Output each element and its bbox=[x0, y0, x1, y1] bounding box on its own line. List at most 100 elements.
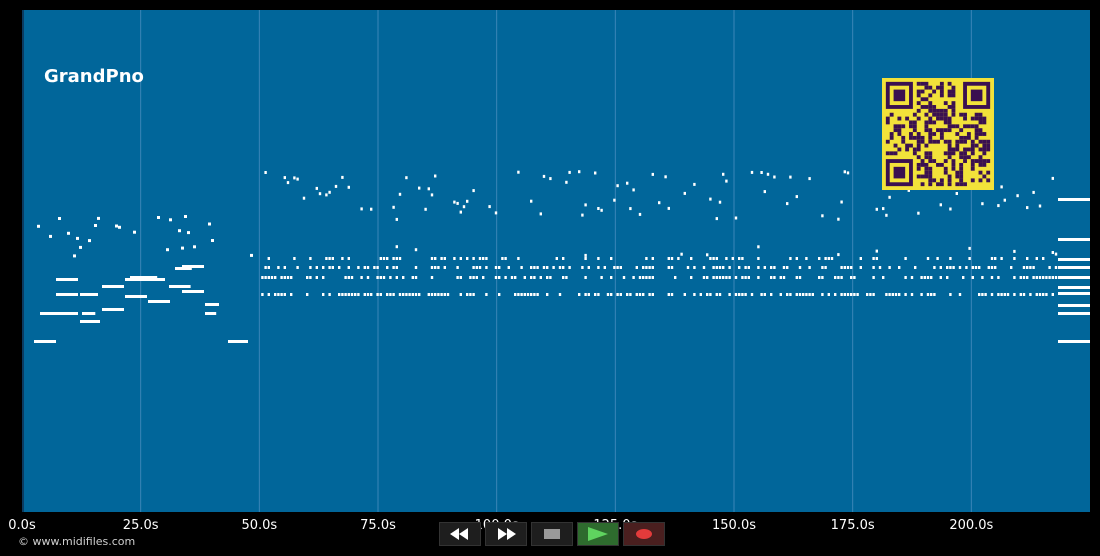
note bbox=[169, 218, 172, 222]
qr-module bbox=[893, 143, 898, 148]
note bbox=[622, 276, 626, 279]
qr-module bbox=[897, 132, 902, 136]
note bbox=[818, 276, 821, 279]
qr-module bbox=[943, 139, 948, 144]
note bbox=[1000, 293, 1003, 296]
note bbox=[459, 257, 462, 260]
note bbox=[648, 266, 651, 269]
note bbox=[552, 266, 555, 269]
qr-module bbox=[932, 120, 937, 125]
note bbox=[562, 257, 565, 260]
note bbox=[478, 257, 482, 260]
qr-module bbox=[897, 128, 902, 133]
note bbox=[536, 266, 539, 269]
stop-button[interactable] bbox=[531, 522, 573, 546]
playhead[interactable] bbox=[22, 10, 24, 512]
note bbox=[818, 257, 821, 260]
qr-module bbox=[943, 116, 948, 121]
note bbox=[102, 285, 124, 288]
note bbox=[469, 293, 472, 296]
note bbox=[990, 266, 994, 269]
note bbox=[482, 257, 485, 260]
note bbox=[542, 266, 546, 269]
qr-module bbox=[947, 147, 952, 152]
qr-module bbox=[912, 128, 917, 133]
qr-module bbox=[955, 147, 960, 152]
qr-module bbox=[943, 101, 948, 106]
note bbox=[962, 276, 965, 279]
note bbox=[338, 266, 341, 269]
note bbox=[1058, 286, 1090, 289]
note bbox=[456, 276, 459, 279]
note bbox=[990, 276, 994, 279]
note bbox=[859, 266, 862, 269]
note bbox=[709, 257, 712, 260]
note bbox=[434, 257, 437, 260]
note bbox=[683, 293, 686, 296]
qr-module bbox=[970, 124, 975, 129]
qr-module bbox=[897, 124, 902, 129]
note bbox=[472, 276, 475, 279]
qr-module bbox=[889, 151, 894, 156]
note bbox=[1000, 185, 1003, 189]
qr-module bbox=[928, 159, 933, 163]
note bbox=[830, 257, 834, 260]
note bbox=[738, 293, 741, 296]
note bbox=[115, 224, 118, 228]
note bbox=[709, 197, 712, 201]
qr-module bbox=[966, 155, 971, 160]
qr-module bbox=[943, 166, 948, 171]
qr-module bbox=[939, 182, 944, 187]
note bbox=[802, 293, 805, 296]
qr-module bbox=[959, 174, 964, 179]
note bbox=[725, 276, 728, 279]
qr-module bbox=[970, 151, 975, 156]
note bbox=[466, 199, 469, 203]
note bbox=[693, 182, 696, 186]
note bbox=[635, 293, 638, 296]
note bbox=[283, 293, 286, 296]
qr-module bbox=[947, 116, 952, 121]
note bbox=[642, 293, 645, 296]
fast-forward-button[interactable] bbox=[485, 522, 527, 546]
qr-module bbox=[932, 105, 937, 109]
rewind-button[interactable] bbox=[439, 522, 481, 546]
note bbox=[1032, 276, 1035, 279]
note bbox=[882, 276, 885, 279]
note bbox=[600, 276, 603, 279]
note bbox=[747, 266, 750, 269]
note bbox=[949, 257, 952, 260]
qr-module bbox=[982, 120, 987, 125]
note bbox=[1058, 266, 1090, 269]
qr-module bbox=[947, 174, 952, 179]
qr-module bbox=[920, 174, 925, 179]
note bbox=[363, 293, 366, 296]
note bbox=[520, 293, 523, 296]
note bbox=[274, 276, 277, 279]
qr-module bbox=[928, 132, 933, 136]
note bbox=[584, 257, 587, 260]
note bbox=[1058, 198, 1090, 201]
qr-module bbox=[885, 120, 890, 125]
note bbox=[658, 201, 661, 205]
record-button[interactable] bbox=[623, 522, 665, 546]
note bbox=[357, 266, 360, 269]
note bbox=[978, 293, 981, 296]
note bbox=[686, 266, 690, 269]
play-button[interactable] bbox=[577, 522, 619, 546]
note bbox=[261, 293, 264, 296]
note bbox=[453, 257, 456, 260]
note bbox=[670, 293, 674, 296]
qr-module bbox=[932, 159, 937, 163]
qr-module bbox=[959, 170, 964, 175]
note bbox=[840, 276, 843, 279]
note bbox=[1058, 276, 1090, 279]
qr-module bbox=[928, 155, 933, 160]
note bbox=[56, 278, 78, 281]
note bbox=[1013, 249, 1016, 253]
qr-module bbox=[947, 93, 952, 98]
note bbox=[939, 203, 942, 207]
note bbox=[850, 293, 853, 296]
qr-module bbox=[916, 101, 921, 106]
note bbox=[1042, 293, 1045, 296]
